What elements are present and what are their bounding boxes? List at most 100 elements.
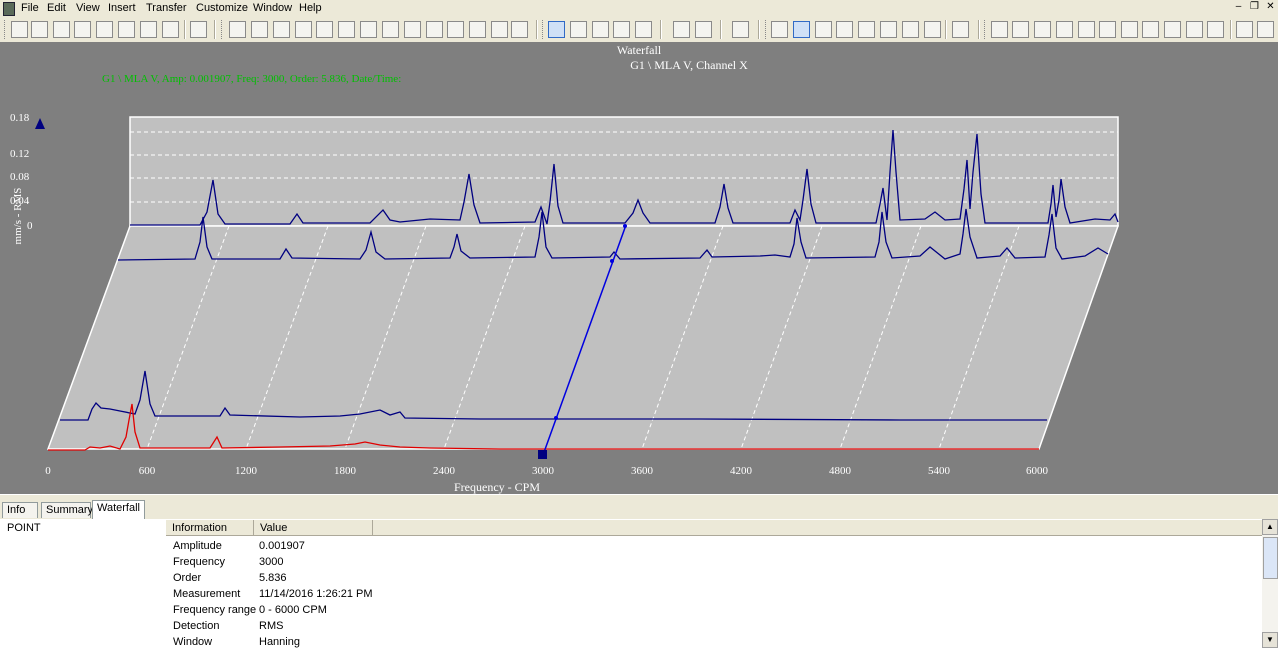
- menu-insert[interactable]: Insert: [108, 1, 136, 15]
- lines-icon[interactable]: [1121, 21, 1138, 38]
- menu-view[interactable]: View: [76, 1, 100, 15]
- split-vertical-icon[interactable]: [695, 21, 712, 38]
- x-tick-label: 4800: [829, 465, 851, 477]
- multi-plot-icon[interactable]: [338, 21, 355, 38]
- tools-icon[interactable]: [162, 21, 179, 38]
- toolbar-grip[interactable]: [221, 20, 225, 39]
- x-tick-label: 3000: [532, 465, 554, 477]
- toolbar: [0, 16, 1278, 43]
- minimize-icon[interactable]: –: [1232, 1, 1245, 14]
- tab-waterfall[interactable]: Waterfall: [92, 500, 145, 519]
- chart-export-icon[interactable]: [1257, 21, 1274, 38]
- map-icon[interactable]: [491, 21, 508, 38]
- toolbar-grip[interactable]: [765, 20, 769, 39]
- phase-icon[interactable]: [447, 21, 464, 38]
- toolbar-separator: [214, 20, 216, 39]
- polar-icon[interactable]: [404, 21, 421, 38]
- database-icon[interactable]: [31, 21, 48, 38]
- scroll-up-icon[interactable]: ▲: [1262, 519, 1278, 535]
- tab-summary[interactable]: Summary: [41, 502, 93, 518]
- info-row-name: Order: [173, 572, 202, 584]
- menu-file[interactable]: File: [21, 1, 39, 15]
- restore-icon[interactable]: ❐: [1248, 1, 1261, 14]
- menu-customize[interactable]: Customize: [196, 1, 248, 15]
- waterfall-plot[interactable]: Waterfall G1 \ MLA V, Channel X G1 \ MLA…: [0, 42, 1278, 494]
- toolbar-grip[interactable]: [4, 20, 8, 39]
- waveform-icon[interactable]: [251, 21, 268, 38]
- scale-icon[interactable]: [815, 21, 832, 38]
- scroll-thumb[interactable]: [1263, 537, 1278, 579]
- stack-icon[interactable]: [880, 21, 897, 38]
- info-row-name: Frequency range: [173, 604, 257, 616]
- menu-transfer[interactable]: Transfer: [146, 1, 187, 15]
- rotate-left-icon[interactable]: [570, 21, 587, 38]
- column-header-information[interactable]: Information: [166, 520, 254, 536]
- menu-edit[interactable]: Edit: [47, 1, 66, 15]
- vertical-scrollbar[interactable]: ▲ ▼: [1262, 519, 1278, 648]
- tree-icon[interactable]: [11, 21, 28, 38]
- trend-icon[interactable]: [229, 21, 246, 38]
- tilt-down-icon[interactable]: [635, 21, 652, 38]
- info-row-name: Detection: [173, 620, 220, 632]
- cursor-marker[interactable]: [538, 450, 547, 459]
- window-icon[interactable]: [836, 21, 853, 38]
- cursor-node[interactable]: [623, 224, 627, 228]
- app-icon[interactable]: [3, 2, 15, 16]
- info-panel: POINT Information Value Amplitude 0.0019…: [0, 519, 1278, 648]
- export-icon[interactable]: [511, 21, 528, 38]
- bode-icon[interactable]: [382, 21, 399, 38]
- marker-icon[interactable]: [991, 21, 1008, 38]
- cursor-node[interactable]: [610, 259, 614, 263]
- print-icon[interactable]: [190, 21, 207, 38]
- collect-icon[interactable]: [74, 21, 91, 38]
- info-row-value: RMS: [259, 620, 284, 632]
- delta-icon[interactable]: [1164, 21, 1181, 38]
- toolbar-grip[interactable]: [542, 20, 546, 39]
- pin-icon[interactable]: [1236, 21, 1253, 38]
- alarm-icon[interactable]: [96, 21, 113, 38]
- y-tick-label: 0.08: [10, 171, 30, 183]
- bar-plot-icon[interactable]: [295, 21, 312, 38]
- cursor-line-icon[interactable]: [1186, 21, 1203, 38]
- harmonic-icon[interactable]: [1034, 21, 1051, 38]
- sideband-icon[interactable]: [1056, 21, 1073, 38]
- column-header-filler: [373, 520, 1262, 536]
- fault-frequency-icon[interactable]: [732, 21, 749, 38]
- band-icon[interactable]: [1012, 21, 1029, 38]
- cascade-icon[interactable]: [469, 21, 486, 38]
- peak-icon[interactable]: [1078, 21, 1095, 38]
- menu-help[interactable]: Help: [299, 1, 322, 15]
- waterfall-view-icon[interactable]: [548, 21, 565, 38]
- compare-icon[interactable]: [902, 21, 919, 38]
- layout-icon[interactable]: [793, 21, 810, 38]
- tilt-up-icon[interactable]: [613, 21, 630, 38]
- orbit-icon[interactable]: [360, 21, 377, 38]
- info-icon[interactable]: [140, 21, 157, 38]
- grid-icon[interactable]: [771, 21, 788, 38]
- shaft-icon[interactable]: [426, 21, 443, 38]
- rotate-right-icon[interactable]: [592, 21, 609, 38]
- toolbar-separator: [720, 20, 722, 39]
- envelope-icon[interactable]: [924, 21, 941, 38]
- column-header-value[interactable]: Value: [254, 520, 373, 536]
- close-icon[interactable]: ✕: [1264, 1, 1277, 14]
- tab-info[interactable]: Info: [2, 502, 38, 518]
- note-icon[interactable]: [316, 21, 333, 38]
- spectrum-icon[interactable]: [273, 21, 290, 38]
- bracket-icon[interactable]: [1142, 21, 1159, 38]
- help-circle-icon[interactable]: [952, 21, 969, 38]
- text-icon[interactable]: [1207, 21, 1224, 38]
- x-tick-label: 6000: [1026, 465, 1048, 477]
- scroll-down-icon[interactable]: ▼: [1262, 632, 1278, 648]
- route-icon[interactable]: [53, 21, 70, 38]
- toolbar-grip[interactable]: [984, 20, 988, 39]
- split-horizontal-icon[interactable]: [673, 21, 690, 38]
- area-icon[interactable]: [1099, 21, 1116, 38]
- toolbar-separator: [184, 20, 186, 39]
- menu-window[interactable]: Window: [253, 1, 292, 15]
- cursor-node[interactable]: [554, 416, 558, 420]
- report-icon[interactable]: [118, 21, 135, 38]
- overlay-icon[interactable]: [858, 21, 875, 38]
- waterfall-canvas: [35, 116, 1120, 459]
- info-row-value: 5.836: [259, 572, 287, 584]
